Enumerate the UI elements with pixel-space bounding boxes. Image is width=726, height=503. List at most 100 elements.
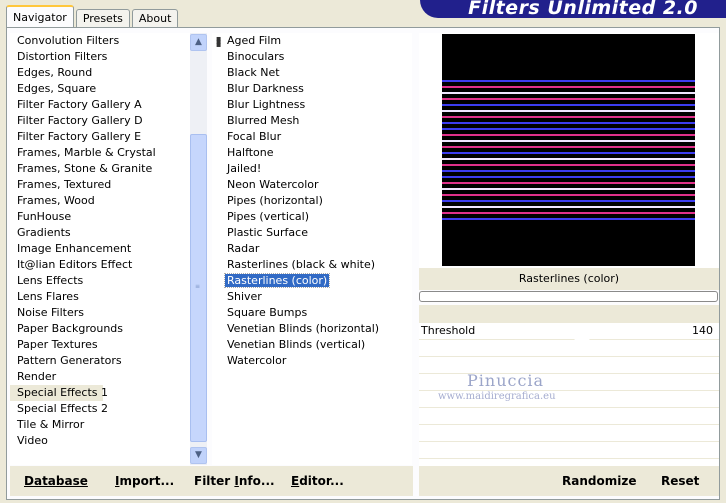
category-item[interactable]: Noise Filters (10, 305, 190, 321)
filter-item[interactable]: Pipes (vertical) (212, 209, 412, 225)
tab-about[interactable]: About (131, 9, 179, 28)
filter-item-label: Focal Blur (227, 130, 282, 143)
filter-item[interactable]: Halftone (212, 145, 412, 161)
filter-item[interactable]: Jailed! (212, 161, 412, 177)
filter-item[interactable]: Pipes (horizontal) (212, 193, 412, 209)
category-item[interactable]: Lens Flares (10, 289, 190, 305)
category-item[interactable]: Image Enhancement (10, 241, 190, 257)
tab-presets[interactable]: Presets (75, 9, 130, 28)
filter-item[interactable]: Radar (212, 241, 412, 257)
category-item[interactable]: Gradients (10, 225, 190, 241)
category-item[interactable]: Filter Factory Gallery E (10, 129, 190, 145)
raster-line (442, 134, 695, 136)
import-button[interactable]: Import... (115, 474, 174, 488)
filter-item[interactable]: Aged Film (212, 33, 412, 49)
filter-item-label: Jailed! (227, 162, 262, 175)
filter-item-label: Blur Lightness (227, 98, 306, 111)
filter-item-label: Square Bumps (227, 306, 308, 319)
filter-item-label: Pipes (vertical) (227, 210, 310, 223)
filter-item[interactable]: Black Net (212, 65, 412, 81)
param-row-empty (419, 408, 719, 424)
raster-line (442, 218, 695, 220)
editor-button[interactable]: Editor... (291, 474, 344, 488)
reset-button[interactable]: Reset (661, 474, 699, 488)
scroll-grip-icon: ≡ (195, 283, 201, 290)
category-item[interactable]: Edges, Square (10, 81, 190, 97)
filter-item-label: Blurred Mesh (227, 114, 300, 127)
category-item[interactable]: Render (10, 369, 190, 385)
category-item[interactable]: Edges, Round (10, 65, 190, 81)
filter-item[interactable]: Plastic Surface (212, 225, 412, 241)
filter-item[interactable]: Venetian Blinds (vertical) (212, 337, 412, 353)
category-item[interactable]: Pattern Generators (10, 353, 190, 369)
category-item[interactable]: Paper Backgrounds (10, 321, 190, 337)
filter-item-label: Halftone (227, 146, 274, 159)
category-scrollbar[interactable]: ▲ ≡ ▼ (190, 33, 207, 465)
filter-info-button[interactable]: Filter Info... (194, 474, 275, 488)
scroll-down-button[interactable]: ▼ (190, 447, 207, 464)
raster-line (442, 92, 695, 94)
filter-item[interactable]: Blurred Mesh (212, 113, 412, 129)
filter-item[interactable]: Shiver (212, 289, 412, 305)
category-item[interactable]: Filter Factory Gallery A (10, 97, 190, 113)
category-item[interactable]: Frames, Stone & Granite (10, 161, 190, 177)
param-row-threshold[interactable]: Threshold 140 (419, 323, 719, 339)
category-item[interactable]: Paper Textures (10, 337, 190, 353)
scroll-thumb[interactable]: ≡ (190, 134, 207, 442)
filter-item[interactable]: Binoculars (212, 49, 412, 65)
category-item[interactable]: Tile & Mirror (10, 417, 190, 433)
raster-line (442, 86, 695, 88)
category-item[interactable]: Video (10, 433, 190, 449)
filter-item[interactable]: Rasterlines (color) (212, 273, 412, 289)
randomize-button[interactable]: Randomize (562, 474, 636, 488)
category-item[interactable]: Special Effects 1 (10, 385, 108, 401)
raster-line (442, 170, 695, 172)
filter-item[interactable]: Blur Lightness (212, 97, 412, 113)
raster-line (442, 200, 695, 202)
category-item[interactable]: Frames, Marble & Crystal (10, 145, 190, 161)
database-button[interactable]: Database (24, 474, 88, 488)
param-row-empty (419, 442, 719, 458)
category-item[interactable]: Distortion Filters (10, 49, 190, 65)
param-label: Threshold (421, 324, 476, 337)
filter-item-label: Venetian Blinds (horizontal) (227, 322, 380, 335)
raster-line (442, 164, 695, 166)
watermark-name: Pinuccia (467, 371, 545, 390)
category-item[interactable]: FunHouse (10, 209, 190, 225)
raster-line (442, 122, 695, 124)
parameter-area: Threshold 140 (419, 305, 719, 475)
filter-item[interactable]: Square Bumps (212, 305, 412, 321)
tab-navigator[interactable]: Navigator (6, 5, 74, 28)
raster-line (442, 182, 695, 184)
raster-line (442, 110, 695, 112)
category-item[interactable]: Lens Effects (10, 273, 190, 289)
category-item[interactable]: It@lian Editors Effect (10, 257, 190, 273)
filter-item-label: Venetian Blinds (vertical) (227, 338, 366, 351)
filter-item[interactable]: Blur Darkness (212, 81, 412, 97)
filter-item[interactable]: Watercolor (212, 353, 412, 369)
filter-item-label: Binoculars (227, 50, 285, 63)
category-item[interactable]: Frames, Wood (10, 193, 190, 209)
category-item[interactable]: Filter Factory Gallery D (10, 113, 190, 129)
param-row-empty (419, 374, 719, 390)
filter-item[interactable]: Neon Watercolor (212, 177, 412, 193)
raster-line (442, 140, 695, 142)
raster-line (442, 128, 695, 130)
filter-list[interactable]: ▪ ▪ ▪ Aged Film Binoculars Black Net Blur Dar… (212, 33, 412, 465)
category-item[interactable]: Frames, Textured (10, 177, 190, 193)
scroll-up-button[interactable]: ▲ (190, 34, 207, 51)
filter-item-label: Radar (227, 242, 260, 255)
filter-item[interactable]: Venetian Blinds (horizontal) (212, 321, 412, 337)
category-item[interactable]: Special Effects 2 (10, 401, 190, 417)
filter-item-label: Black Net (227, 66, 280, 79)
filter-item[interactable]: Focal Blur (212, 129, 412, 145)
filter-item[interactable]: Rasterlines (black & white) (212, 257, 412, 273)
bottom-toolbar-left: Database Import... Filter Info... Editor… (10, 466, 413, 496)
raster-line (442, 104, 695, 106)
category-item[interactable]: Convolution Filters (10, 33, 190, 49)
raster-line (442, 176, 695, 178)
slider-marker-icon[interactable] (574, 333, 590, 340)
category-list[interactable]: Convolution Filters Distortion Filters Edg… (10, 33, 190, 465)
current-filter-name: Rasterlines (color) (419, 268, 719, 290)
preview-image (442, 34, 695, 266)
